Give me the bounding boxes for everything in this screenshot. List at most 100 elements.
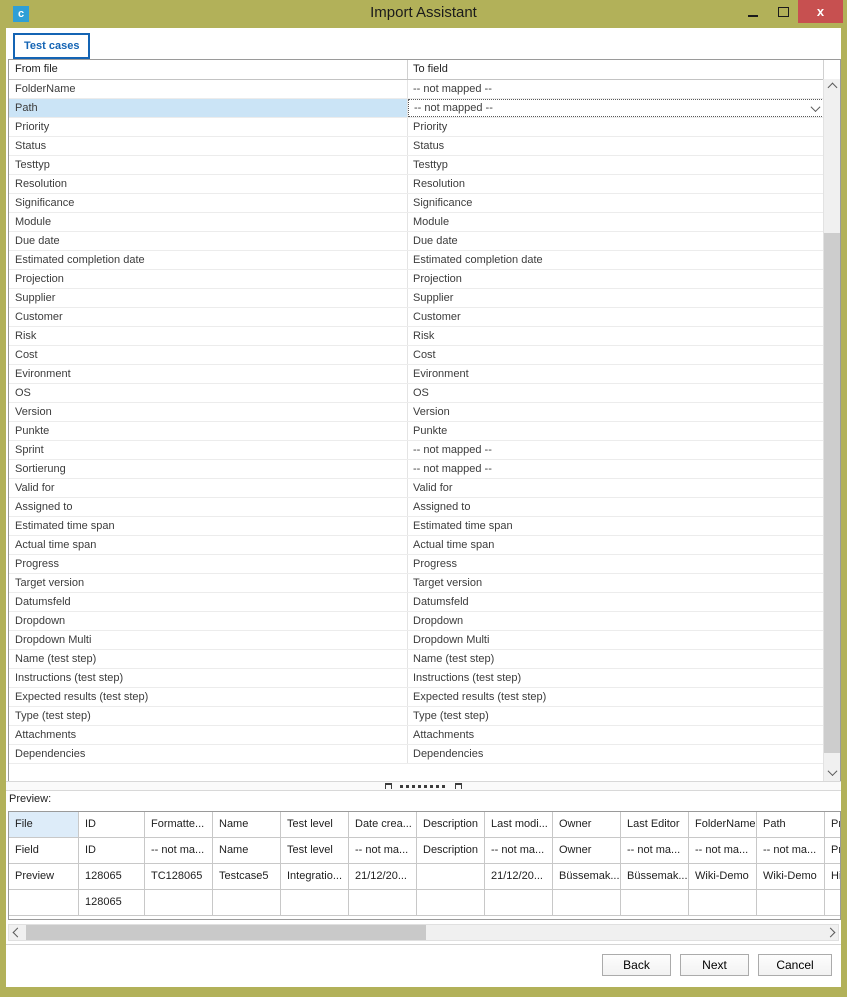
preview-cell[interactable] [417, 864, 485, 890]
from-file-cell[interactable]: Datumsfeld [9, 593, 408, 611]
preview-cell[interactable]: Testcase5 [213, 864, 281, 890]
from-file-cell[interactable]: Evironment [9, 365, 408, 383]
scroll-left-button[interactable] [9, 925, 25, 940]
to-field-cell[interactable]: -- not mapped -- [408, 99, 824, 117]
to-field-cell[interactable]: Priority [408, 118, 824, 136]
preview-cell[interactable]: -- not ma... [689, 838, 757, 864]
from-file-cell[interactable]: Supplier [9, 289, 408, 307]
mapping-row[interactable]: SupplierSupplier [9, 289, 824, 308]
to-field-cell[interactable]: Datumsfeld [408, 593, 824, 611]
preview-cell[interactable] [349, 890, 417, 916]
preview-cell[interactable]: ID [79, 812, 145, 838]
mapping-row[interactable]: Sprint-- not mapped -- [9, 441, 824, 460]
preview-cell[interactable]: Integratio... [281, 864, 349, 890]
preview-row-label-cell[interactable]: Field [9, 838, 79, 864]
from-file-cell[interactable]: Dropdown [9, 612, 408, 630]
mapping-row[interactable]: Due dateDue date [9, 232, 824, 251]
preview-cell[interactable]: -- not ma... [349, 838, 417, 864]
to-field-cell[interactable]: Dropdown [408, 612, 824, 630]
to-field-cell[interactable]: Instructions (test step) [408, 669, 824, 687]
vertical-scrollbar-thumb[interactable] [824, 233, 840, 753]
mapping-row[interactable]: Instructions (test step)Instructions (te… [9, 669, 824, 688]
scroll-right-button[interactable] [822, 925, 838, 940]
to-field-cell[interactable]: Risk [408, 327, 824, 345]
mapping-row[interactable]: Estimated completion dateEstimated compl… [9, 251, 824, 270]
preview-cell[interactable]: -- not ma... [621, 838, 689, 864]
from-file-cell[interactable]: Estimated time span [9, 517, 408, 535]
preview-cell[interactable]: Büssemak... [621, 864, 689, 890]
preview-cell[interactable]: Wiki-Demo [689, 864, 757, 890]
mapping-row[interactable]: ResolutionResolution [9, 175, 824, 194]
preview-cell[interactable]: Description [417, 812, 485, 838]
mapping-row[interactable]: Sortierung-- not mapped -- [9, 460, 824, 479]
mapping-row[interactable]: Estimated time spanEstimated time span [9, 517, 824, 536]
mapping-row[interactable]: DependenciesDependencies [9, 745, 824, 764]
from-file-cell[interactable]: Due date [9, 232, 408, 250]
to-field-cell[interactable]: Valid for [408, 479, 824, 497]
cancel-button[interactable]: Cancel [758, 954, 832, 976]
to-field-cell[interactable]: Estimated completion date [408, 251, 824, 269]
to-field-cell[interactable]: Evironment [408, 365, 824, 383]
preview-cell[interactable]: 128065 [79, 864, 145, 890]
from-file-cell[interactable]: Status [9, 137, 408, 155]
from-file-cell[interactable]: Attachments [9, 726, 408, 744]
mapping-row[interactable]: SignificanceSignificance [9, 194, 824, 213]
to-field-cell[interactable]: Version [408, 403, 824, 421]
preview-cell[interactable]: Name [213, 838, 281, 864]
preview-cell[interactable] [689, 890, 757, 916]
mapping-row[interactable]: OSOS [9, 384, 824, 403]
to-field-cell[interactable]: Actual time span [408, 536, 824, 554]
preview-cell[interactable]: FolderName [689, 812, 757, 838]
vertical-scrollbar[interactable] [823, 79, 840, 781]
preview-cell[interactable] [485, 890, 553, 916]
preview-cell[interactable]: 128065 [79, 890, 145, 916]
preview-cell[interactable]: TC128065 [145, 864, 213, 890]
from-file-cell[interactable]: Name (test step) [9, 650, 408, 668]
to-field-cell[interactable]: Supplier [408, 289, 824, 307]
preview-cell[interactable]: Last modi... [485, 812, 553, 838]
mapping-row[interactable]: Assigned toAssigned to [9, 498, 824, 517]
preview-cell[interactable]: Last Editor [621, 812, 689, 838]
preview-cell[interactable]: -- not ma... [145, 838, 213, 864]
to-field-cell[interactable]: -- not mapped -- [408, 460, 824, 478]
to-field-cell[interactable]: -- not mapped -- [408, 80, 824, 98]
to-field-cell[interactable]: Expected results (test step) [408, 688, 824, 706]
from-file-cell[interactable]: Customer [9, 308, 408, 326]
from-file-cell[interactable]: Sprint [9, 441, 408, 459]
preview-cell[interactable]: Test level [281, 812, 349, 838]
from-file-cell[interactable]: Testtyp [9, 156, 408, 174]
scroll-down-button[interactable] [824, 764, 840, 781]
preview-cell[interactable]: Pri [825, 838, 841, 864]
from-file-cell[interactable]: Dropdown Multi [9, 631, 408, 649]
preview-cell[interactable] [825, 890, 841, 916]
mapping-row[interactable]: Target versionTarget version [9, 574, 824, 593]
from-file-cell[interactable]: Sortierung [9, 460, 408, 478]
from-file-cell[interactable]: Target version [9, 574, 408, 592]
from-file-cell[interactable]: Version [9, 403, 408, 421]
minimize-button[interactable] [738, 0, 768, 23]
to-field-cell[interactable]: Cost [408, 346, 824, 364]
mapping-row[interactable]: PriorityPriority [9, 118, 824, 137]
from-file-cell[interactable]: Risk [9, 327, 408, 345]
preview-cell[interactable]: -- not ma... [757, 838, 825, 864]
to-field-cell[interactable]: Type (test step) [408, 707, 824, 725]
preview-cell[interactable]: Wiki-Demo [757, 864, 825, 890]
from-file-cell[interactable]: Actual time span [9, 536, 408, 554]
mapping-row[interactable]: ModuleModule [9, 213, 824, 232]
to-field-cell[interactable]: Estimated time span [408, 517, 824, 535]
from-file-cell[interactable]: Punkte [9, 422, 408, 440]
preview-cell[interactable] [145, 890, 213, 916]
mapping-row[interactable]: Expected results (test step)Expected res… [9, 688, 824, 707]
preview-cell[interactable]: Path [757, 812, 825, 838]
preview-cell[interactable] [213, 890, 281, 916]
preview-cell[interactable]: Formatte... [145, 812, 213, 838]
mapping-row[interactable]: RiskRisk [9, 327, 824, 346]
from-file-cell[interactable]: Instructions (test step) [9, 669, 408, 687]
from-file-cell[interactable]: FolderName [9, 80, 408, 98]
from-file-cell[interactable]: Cost [9, 346, 408, 364]
preview-row-label-cell[interactable]: Preview [9, 864, 79, 890]
to-field-cell[interactable]: Name (test step) [408, 650, 824, 668]
to-field-cell[interactable]: Significance [408, 194, 824, 212]
mapping-row[interactable]: CostCost [9, 346, 824, 365]
from-file-cell[interactable]: OS [9, 384, 408, 402]
